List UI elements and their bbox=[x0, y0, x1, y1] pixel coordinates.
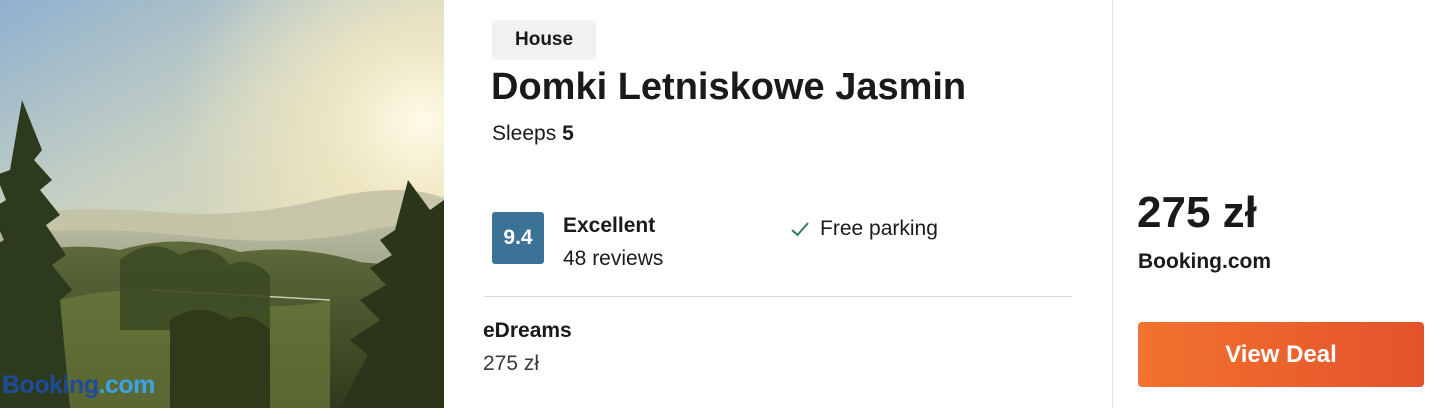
listing-card: Booking.com House Domki Letniskowe Jasmi… bbox=[0, 0, 1438, 408]
sleeps-label: Sleeps bbox=[492, 122, 557, 145]
divider bbox=[484, 296, 1072, 297]
listing-details: House Domki Letniskowe Jasmin Sleeps 5 9… bbox=[444, 0, 1113, 408]
other-offer-provider[interactable]: eDreams bbox=[483, 319, 572, 343]
best-offer-price: 275 zł bbox=[1137, 188, 1257, 237]
sleeps-count: 5 bbox=[562, 122, 574, 145]
reviews-count[interactable]: 48 reviews bbox=[563, 247, 663, 271]
other-offer-price[interactable]: 275 zł bbox=[483, 352, 539, 376]
listing-title[interactable]: Domki Letniskowe Jasmin bbox=[491, 66, 966, 109]
property-type-badge: House bbox=[492, 20, 597, 60]
sleeps-info: Sleeps 5 bbox=[492, 122, 574, 146]
landscape-image bbox=[0, 0, 444, 408]
photo-watermark: Booking.com bbox=[2, 371, 155, 399]
best-offer-provider: Booking.com bbox=[1138, 250, 1272, 273]
amenity-free-parking: Free parking bbox=[790, 217, 938, 241]
listing-photo[interactable]: Booking.com bbox=[0, 0, 444, 408]
best-offer-panel: 275 zł Booking.com View Deal bbox=[1113, 0, 1438, 408]
rating-label: Excellent bbox=[563, 214, 656, 237]
amenity-label: Free parking bbox=[820, 217, 938, 240]
rating-score-badge: 9.4 bbox=[492, 212, 544, 264]
check-icon bbox=[791, 222, 809, 237]
view-deal-button[interactable]: View Deal bbox=[1138, 322, 1424, 387]
